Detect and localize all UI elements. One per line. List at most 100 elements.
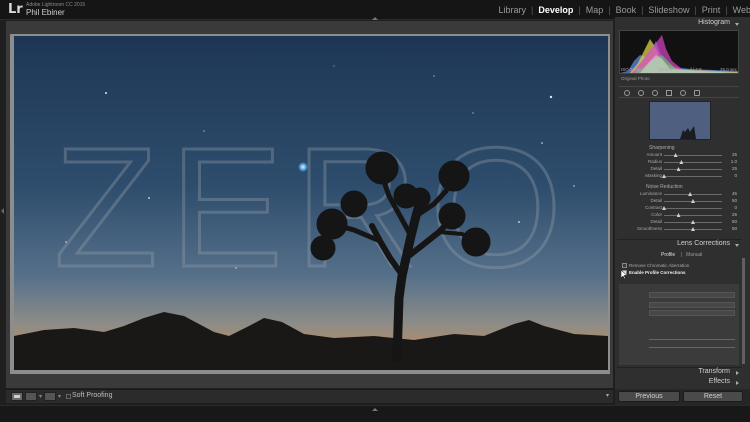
slider-row[interactable]: Amount 25 <box>619 152 737 159</box>
reset-button[interactable]: Reset <box>683 391 743 402</box>
focal-length-readout: 24 mm <box>658 67 673 72</box>
histogram-header[interactable]: Histogram <box>617 19 742 30</box>
soft-proofing-checkbox[interactable] <box>66 394 71 399</box>
slider-label: Color <box>651 212 662 217</box>
slider-value[interactable]: 1.0 <box>731 159 737 164</box>
tab-profile[interactable]: Profile <box>661 252 675 258</box>
module-library[interactable]: Library <box>497 5 527 15</box>
enable-profile-corrections-row[interactable]: Enable Profile Corrections <box>622 270 686 276</box>
module-develop[interactable]: Develop <box>537 5 574 15</box>
slider-row[interactable]: Radius 1.0 <box>619 159 737 166</box>
make-select[interactable] <box>649 302 735 308</box>
remove-chromatic-aberration-label: Remove Chromatic Aberration <box>629 263 690 268</box>
remove-chromatic-aberration-checkbox[interactable] <box>622 263 627 269</box>
compare-menu-icon[interactable]: ▾ <box>39 393 42 400</box>
lens-profile-group <box>619 284 739 365</box>
slider-track[interactable] <box>664 215 722 216</box>
left-panel-toggle-icon[interactable] <box>1 208 4 214</box>
main-photo[interactable]: ZERO <box>14 36 608 370</box>
slider-track[interactable] <box>664 162 722 163</box>
lens-corrections-header[interactable]: Lens Corrections <box>617 239 742 250</box>
filmstrip-toggle-icon[interactable] <box>372 408 378 411</box>
original-photo-label: Original Photo <box>621 76 650 81</box>
module-slideshow[interactable]: Slideshow <box>647 5 690 15</box>
develop-tool-strip <box>619 86 739 98</box>
slider-row[interactable]: Detail 50 <box>619 219 737 226</box>
slider-row[interactable]: Smoothness 50 <box>619 226 737 233</box>
toolbar-menu-icon[interactable]: ▾ <box>606 392 609 399</box>
slider-row[interactable]: Contrast 0 <box>619 205 737 212</box>
slider-label: Luminance <box>639 191 662 196</box>
before-after-menu-icon[interactable]: ▾ <box>58 393 61 400</box>
effects-header[interactable]: Effects <box>617 378 742 389</box>
slider-row[interactable]: Detail 50 <box>619 198 737 205</box>
slider-value[interactable]: 25 <box>732 212 737 217</box>
model-select[interactable] <box>649 310 735 316</box>
radial-filter-icon[interactable] <box>680 90 686 96</box>
module-print[interactable]: Print <box>701 5 722 15</box>
slider-track[interactable] <box>664 169 722 170</box>
module-separator: | <box>531 5 534 15</box>
previous-button[interactable]: Previous <box>618 391 680 402</box>
vignetting-row <box>619 344 739 350</box>
profile-model-row <box>619 310 739 316</box>
slider-row[interactable]: Luminance 45 <box>619 191 737 198</box>
right-panel-scrollbar[interactable] <box>742 258 745 364</box>
detail-preview[interactable] <box>649 101 711 140</box>
profile-setup-row <box>619 292 739 298</box>
slider-row[interactable]: Detail 25 <box>619 166 737 173</box>
slider-row[interactable]: Color 25 <box>619 212 737 219</box>
slider-track[interactable] <box>664 176 722 177</box>
remove-chromatic-aberration-row[interactable]: Remove Chromatic Aberration <box>622 263 690 269</box>
vignetting-slider[interactable] <box>649 347 735 348</box>
histogram-readout: ISO 3200 24 mm f / 2.8 25.0 sec <box>619 67 739 72</box>
slider-track[interactable] <box>664 194 722 195</box>
slider-row[interactable]: Masking 0 <box>619 173 737 180</box>
slider-label: Detail <box>650 198 662 203</box>
sharpening-title: Sharpening <box>649 145 675 151</box>
top-panel-toggle-icon[interactable] <box>372 17 378 20</box>
slider-label: Radius <box>647 159 662 164</box>
module-book[interactable]: Book <box>615 5 638 15</box>
slider-value[interactable]: 50 <box>732 198 737 203</box>
lens-corrections-tabs: Profile | Manual <box>619 251 739 260</box>
graduated-filter-icon[interactable] <box>666 90 672 96</box>
enable-profile-corrections-label: Enable Profile Corrections <box>629 270 686 275</box>
loupe-view-button[interactable] <box>11 392 23 401</box>
slider-value[interactable]: 25 <box>732 152 737 157</box>
watermark-text: ZERO <box>54 113 574 303</box>
adjustment-brush-icon[interactable] <box>694 90 700 96</box>
soft-proofing-label: Soft Proofing <box>72 392 113 399</box>
spot-removal-icon[interactable] <box>638 90 644 96</box>
distortion-slider[interactable] <box>649 339 735 340</box>
slider-label: Amount <box>646 152 662 157</box>
slider-track[interactable] <box>664 208 722 209</box>
slider-value[interactable]: 0 <box>734 205 737 210</box>
panel-button-bar: Previous Reset <box>615 389 750 405</box>
slider-track[interactable] <box>664 155 722 156</box>
compare-view-button[interactable] <box>25 392 37 401</box>
setup-select[interactable] <box>649 292 735 298</box>
iso-readout: ISO 3200 <box>621 67 641 72</box>
before-after-button[interactable] <box>44 392 56 401</box>
slider-value[interactable]: 50 <box>732 219 737 224</box>
slider-label: Contrast <box>644 205 662 210</box>
slider-value[interactable]: 25 <box>732 166 737 171</box>
slider-value[interactable]: 0 <box>734 173 737 178</box>
noise-reduction-title: Noise Reduction <box>646 184 683 190</box>
tab-manual[interactable]: Manual <box>686 252 702 258</box>
module-picker: Library | Develop | Map | Book | Slidesh… <box>497 5 750 15</box>
slider-value[interactable]: 50 <box>732 226 737 231</box>
module-separator: | <box>608 5 611 15</box>
transform-header[interactable]: Transform <box>617 367 742 378</box>
module-web[interactable]: Web <box>732 5 750 15</box>
slider-label: Detail <box>650 166 662 171</box>
aperture-readout: f / 2.8 <box>690 67 702 72</box>
lightroom-logo: Lr <box>8 2 23 17</box>
slider-label: Smoothness <box>636 226 662 231</box>
slider-value[interactable]: 45 <box>732 191 737 196</box>
crop-tool-icon[interactable] <box>624 90 630 96</box>
red-eye-icon[interactable] <box>652 90 658 96</box>
module-map[interactable]: Map <box>585 5 605 15</box>
mouse-pointer-icon <box>621 270 627 279</box>
